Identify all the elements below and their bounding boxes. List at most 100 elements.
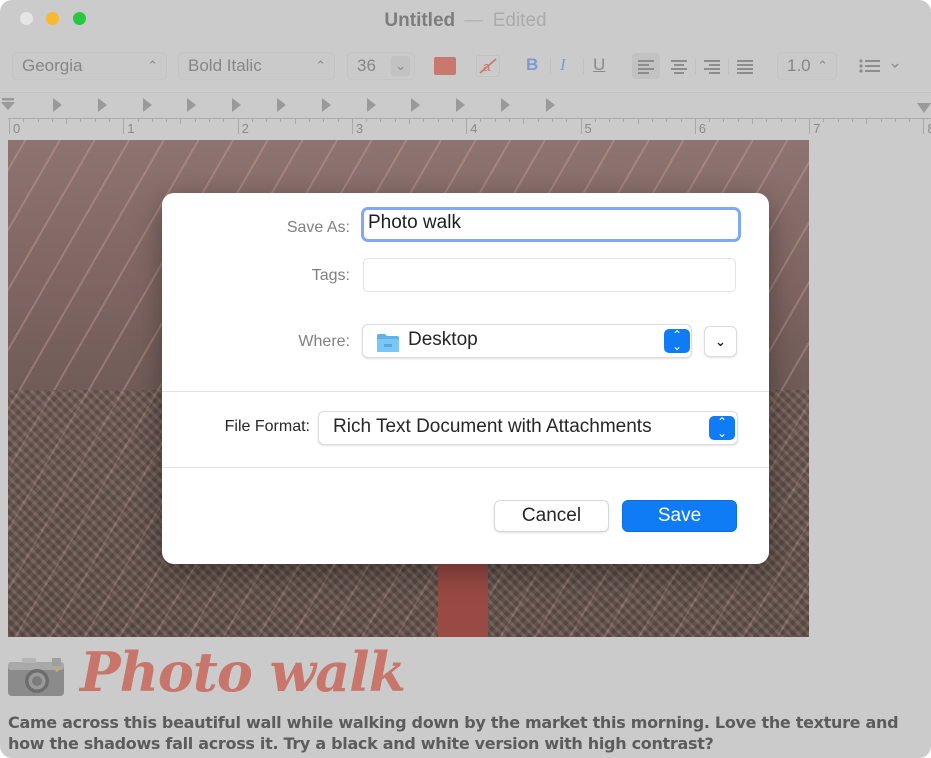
- background-color-button[interactable]: a: [476, 55, 500, 77]
- tab-stop-marker[interactable]: [501, 98, 510, 112]
- tab-stop-marker[interactable]: [411, 98, 421, 112]
- ruler-major-tick: [694, 118, 696, 134]
- font-style-popup[interactable]: Bold Italic ⌃: [178, 52, 335, 80]
- document-name: Untitled: [384, 10, 456, 31]
- ruler-number: 7: [813, 121, 821, 136]
- font-size-combo[interactable]: 36 ⌄: [347, 52, 415, 80]
- italic-button[interactable]: I: [560, 54, 566, 76]
- line-spacing-popup[interactable]: 1.0 ⌃: [777, 52, 837, 80]
- font-size-value: 36: [357, 56, 376, 75]
- updown-chevron-icon: ⌃ ⌄: [664, 329, 690, 353]
- ruler-major-tick: [580, 118, 582, 134]
- ruler-minor-tick: [509, 118, 511, 122]
- file-format-value: Rich Text Document with Attachments: [333, 416, 652, 437]
- align-center-button[interactable]: [665, 53, 693, 79]
- justify-button[interactable]: [731, 53, 759, 79]
- document-heading[interactable]: Photo walk: [80, 640, 406, 704]
- ruler-minor-tick: [180, 118, 182, 124]
- tab-stop-marker[interactable]: [97, 98, 107, 112]
- where-popup[interactable]: Desktop ⌃ ⌄: [362, 324, 692, 358]
- separator: [550, 58, 551, 74]
- ruler-minor-tick: [709, 118, 711, 122]
- format-toolbar: Georgia ⌃ Bold Italic ⌃ 36 ⌄ a B I U: [0, 48, 931, 84]
- ruler-minor-tick: [523, 118, 525, 124]
- font-family-popup[interactable]: Georgia ⌃: [12, 52, 167, 80]
- ruler-number: 2: [241, 121, 249, 136]
- ruler-minor-tick: [851, 118, 853, 122]
- ruler[interactable]: 0 1 2 3 4 5 6 7 8: [0, 92, 931, 138]
- list-bullets-icon: [859, 59, 899, 73]
- tab-stop-marker[interactable]: [53, 98, 62, 112]
- right-margin-marker-icon[interactable]: [917, 103, 931, 115]
- ruler-number: 0: [13, 121, 21, 136]
- tab-stop-marker[interactable]: [232, 98, 242, 112]
- separator: [583, 58, 584, 74]
- updown-chevron-icon: ⌃: [147, 58, 158, 73]
- ruler-minor-tick: [909, 118, 911, 122]
- ruler-minor-tick: [109, 118, 110, 122]
- textedit-window: Untitled — Edited Georgia ⌃ Bold Italic …: [0, 0, 931, 758]
- indent-marker-icon[interactable]: [1, 98, 15, 114]
- ruler-minor-tick: [609, 118, 611, 122]
- document-body-text[interactable]: Came across this beautiful wall while wa…: [8, 712, 908, 754]
- tab-stop-marker[interactable]: [366, 98, 376, 112]
- ruler-major-tick: [923, 118, 925, 134]
- ruler-minor-tick: [594, 118, 596, 122]
- save-button[interactable]: Save: [622, 500, 737, 532]
- ruler-minor-tick: [137, 118, 139, 122]
- ruler-major-tick: [237, 118, 239, 134]
- chevron-down-icon[interactable]: ⌄: [391, 56, 410, 76]
- ruler-minor-tick: [266, 118, 268, 122]
- ruler-minor-tick: [480, 118, 482, 122]
- ruler-minor-tick: [66, 118, 68, 124]
- font-style-value: Bold Italic: [188, 56, 262, 75]
- updown-chevron-icon: ⌃: [817, 58, 828, 73]
- tags-label: Tags:: [311, 267, 350, 284]
- list-style-button[interactable]: [858, 57, 900, 80]
- expand-dialog-button[interactable]: ⌄: [704, 326, 737, 357]
- file-format-popup[interactable]: Rich Text Document with Attachments ⌃ ⌄: [318, 411, 738, 445]
- tab-stop-marker[interactable]: [187, 98, 197, 112]
- photo-red-detail: [438, 560, 488, 637]
- font-family-value: Georgia: [22, 56, 83, 75]
- where-value: Desktop: [408, 329, 478, 350]
- ruler-minor-tick: [651, 118, 653, 122]
- tags-input[interactable]: [363, 258, 736, 292]
- separator: [728, 58, 729, 74]
- ruler-minor-tick: [394, 118, 396, 122]
- save-as-value: Photo walk: [368, 212, 461, 233]
- ruler-minor-tick: [51, 118, 53, 122]
- edited-status: Edited: [492, 10, 547, 31]
- ruler-minor-tick: [309, 118, 311, 122]
- window-title: Untitled — Edited: [0, 10, 931, 32]
- tab-stop-marker[interactable]: [456, 98, 466, 112]
- folder-icon: [377, 334, 399, 352]
- ruler-minor-tick: [323, 118, 325, 122]
- tab-stop-marker[interactable]: [545, 98, 555, 112]
- save-as-input[interactable]: Photo walk: [361, 207, 741, 242]
- underline-button[interactable]: U: [593, 54, 605, 76]
- tab-stop-marker[interactable]: [277, 98, 286, 112]
- ruler-minor-tick: [151, 118, 153, 122]
- tab-stop-marker[interactable]: [142, 98, 152, 112]
- bold-button[interactable]: B: [526, 54, 538, 76]
- ruler-number: 5: [584, 121, 592, 136]
- ruler-minor-tick: [823, 118, 825, 122]
- title-bar: Untitled — Edited: [0, 0, 931, 44]
- ruler-number: 8: [927, 121, 931, 136]
- text-color-swatch[interactable]: [434, 57, 456, 75]
- ruler-minor-tick: [780, 118, 782, 122]
- ruler-baseline: [8, 118, 931, 119]
- align-right-button[interactable]: [698, 53, 726, 79]
- ruler-minor-tick: [423, 118, 425, 122]
- ruler-major-tick: [9, 118, 10, 134]
- ruler-minor-tick: [451, 118, 453, 122]
- tab-stop-marker[interactable]: [321, 98, 331, 112]
- cancel-button[interactable]: Cancel: [494, 500, 609, 532]
- updown-chevron-icon: ⌃ ⌄: [709, 416, 735, 440]
- align-left-button[interactable]: [632, 53, 660, 79]
- where-label: Where:: [298, 333, 350, 350]
- ruler-minor-tick: [623, 118, 625, 122]
- ruler-minor-tick: [80, 118, 82, 122]
- ruler-minor-tick: [723, 118, 725, 122]
